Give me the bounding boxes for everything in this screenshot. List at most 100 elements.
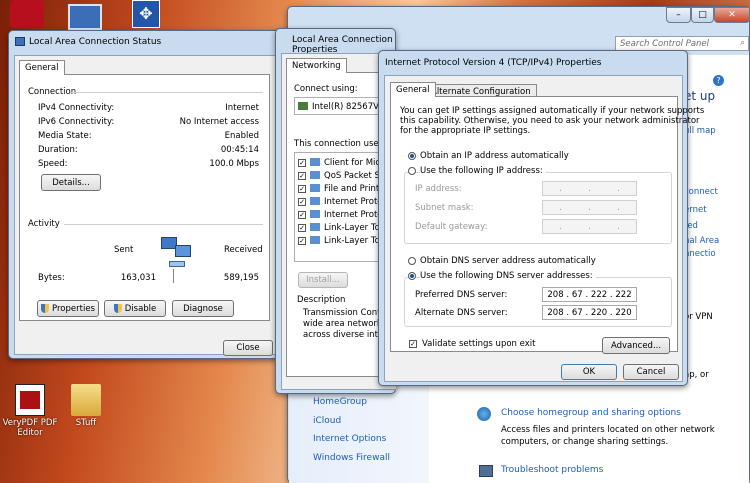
status-row-label: IPv6 Connectivity: (38, 117, 115, 127)
troubleshoot-link[interactable]: Troubleshoot problems (501, 465, 603, 475)
nav-homegroup[interactable]: HomeGroup (313, 397, 367, 407)
use-ip-label: Use the following IP address: (420, 166, 546, 176)
diagnose-button[interactable]: Diagnose (172, 300, 234, 317)
status-row-label: Media State: (38, 131, 92, 141)
homegroup-link[interactable]: Choose homegroup and sharing options (501, 408, 681, 418)
item-checkbox[interactable]: ✓ (298, 211, 306, 219)
received-label: Received (224, 245, 263, 255)
close-button[interactable]: ✕ (714, 7, 750, 23)
desktop-icon-label: STuff (75, 418, 97, 428)
status-row-value: 100.0 Mbps (209, 159, 259, 169)
maximize-button[interactable]: □ (691, 7, 714, 23)
disable-button[interactable]: Disable (104, 300, 166, 317)
gateway-label: Default gateway: (415, 222, 488, 232)
tab-general[interactable]: General (390, 82, 436, 97)
nav-windows-firewall[interactable]: Windows Firewall (313, 453, 390, 463)
item-checkbox[interactable]: ✓ (298, 198, 306, 206)
subnet-field[interactable]: ... (542, 200, 637, 215)
advanced-button[interactable]: Advanced... (602, 337, 670, 354)
status-panel: Connection IPv4 Connectivity: Internet I… (19, 74, 270, 321)
cp-right-link[interactable]: connect (684, 187, 718, 197)
close-dialog-button[interactable]: Close (223, 340, 273, 356)
nav-icloud[interactable]: iCloud (313, 416, 341, 426)
shield-icon (113, 304, 122, 313)
use-ip-radio[interactable] (408, 167, 416, 175)
status-row-value: Internet (225, 103, 259, 113)
adapter-name: Intel(R) 82567V-2 (312, 102, 387, 112)
ipv4-dialog: Internet Protocol Version 4 (TCP/IPv4) P… (378, 50, 704, 386)
divider (70, 92, 263, 93)
pdf-editor-icon (15, 384, 45, 416)
use-dns-radio[interactable] (408, 272, 416, 280)
obtain-ip-label: Obtain an IP address automatically (420, 151, 569, 161)
cp-right-text: or VPN (684, 312, 713, 322)
cp-right-link[interactable]: nnectio (684, 249, 716, 259)
status-row-value: 00:45:14 (220, 145, 259, 155)
ok-button[interactable]: OK (561, 364, 617, 380)
status-row-label: Speed: (38, 159, 68, 169)
cp-right-link[interactable]: nal Area (684, 236, 719, 246)
desktop-icon-arrows[interactable]: ✥ (132, 0, 160, 28)
subnet-label: Subnet mask: (415, 203, 474, 213)
install-button[interactable]: Install... (298, 272, 348, 288)
folder-icon (71, 384, 101, 416)
homegroup-description: computers, or change sharing settings. (501, 437, 669, 447)
nav-internet-options[interactable]: Internet Options (313, 434, 386, 444)
activity-heading: Activity (28, 219, 60, 229)
search-input[interactable]: Search Control Panel (620, 39, 709, 49)
cancel-button[interactable]: Cancel (623, 364, 679, 380)
sent-label: Sent (114, 245, 134, 255)
ipv4-client: General Alternate Configuration You can … (384, 75, 704, 382)
desktop-icon-label: VeryPDF PDF (2, 418, 58, 428)
status-row-label: IPv4 Connectivity: (38, 103, 115, 113)
preferred-dns-label: Preferred DNS server: (415, 290, 508, 300)
desktop-icon-monitor[interactable] (68, 4, 102, 30)
intro-text: You can get IP settings assigned automat… (400, 106, 705, 116)
connection-heading: Connection (28, 87, 77, 97)
gateway-field[interactable]: ... (542, 219, 637, 234)
obtain-ip-radio[interactable] (408, 152, 416, 160)
desktop-icon-stuff[interactable]: STuff (56, 384, 116, 428)
status-row-label: Duration: (38, 145, 78, 155)
dialog-title: Local Area Connection Status (29, 37, 162, 47)
dialog-title: Internet Protocol Version 4 (TCP/IPv4) P… (385, 58, 602, 68)
intro-text: this capability. Otherwise, you need to … (400, 116, 700, 126)
network-activity-icon (159, 237, 195, 271)
intro-text: for the appropriate IP settings. (400, 126, 531, 136)
ip-address-label: IP address: (415, 184, 462, 194)
help-icon[interactable]: ? (713, 75, 724, 86)
activity-divider (173, 269, 174, 283)
tab-networking[interactable]: Networking (286, 58, 347, 73)
status-row-value: Enabled (224, 131, 259, 141)
minimize-button[interactable]: – (666, 7, 691, 23)
validate-label: Validate settings upon exit (422, 339, 536, 349)
item-checkbox[interactable]: ✓ (298, 185, 306, 193)
obtain-dns-radio[interactable] (408, 257, 416, 265)
preferred-dns-field[interactable]: 208. 67. 222. 222 (542, 287, 637, 302)
use-dns-label: Use the following DNS server addresses: (420, 271, 596, 281)
validate-checkbox[interactable]: ✓ (409, 340, 417, 348)
bytes-label: Bytes: (38, 273, 65, 283)
bytes-received-value: 589,195 (223, 273, 259, 283)
properties-label: Properties (52, 303, 95, 314)
alternate-dns-label: Alternate DNS server: (415, 308, 508, 318)
desktop-icon-verypdf[interactable]: VeryPDF PDF Editor (0, 384, 60, 438)
cp-right-link: et up (684, 89, 716, 103)
tab-general[interactable]: General (19, 60, 65, 75)
description-heading: Description (297, 295, 346, 305)
desktop-icon-label: Editor (17, 428, 43, 438)
cp-right-link[interactable]: ull map (684, 126, 716, 136)
item-checkbox[interactable]: ✓ (298, 224, 306, 232)
item-checkbox[interactable]: ✓ (298, 237, 306, 245)
desktop-icon-red[interactable] (10, 0, 44, 28)
alternate-dns-field[interactable]: 208. 67. 220. 220 (542, 305, 637, 320)
shield-icon (41, 304, 50, 313)
details-button[interactable]: Details... (41, 174, 101, 191)
status-client: General Connection IPv4 Connectivity: In… (14, 55, 276, 356)
ip-address-field[interactable]: ... (542, 181, 637, 196)
item-checkbox[interactable]: ✓ (298, 172, 306, 180)
properties-button[interactable]: Properties (37, 300, 99, 317)
status-row-value: No Internet access (179, 117, 259, 127)
item-checkbox[interactable]: ✓ (298, 159, 306, 167)
search-box[interactable]: Search Control Panel ⌕ (615, 36, 749, 51)
